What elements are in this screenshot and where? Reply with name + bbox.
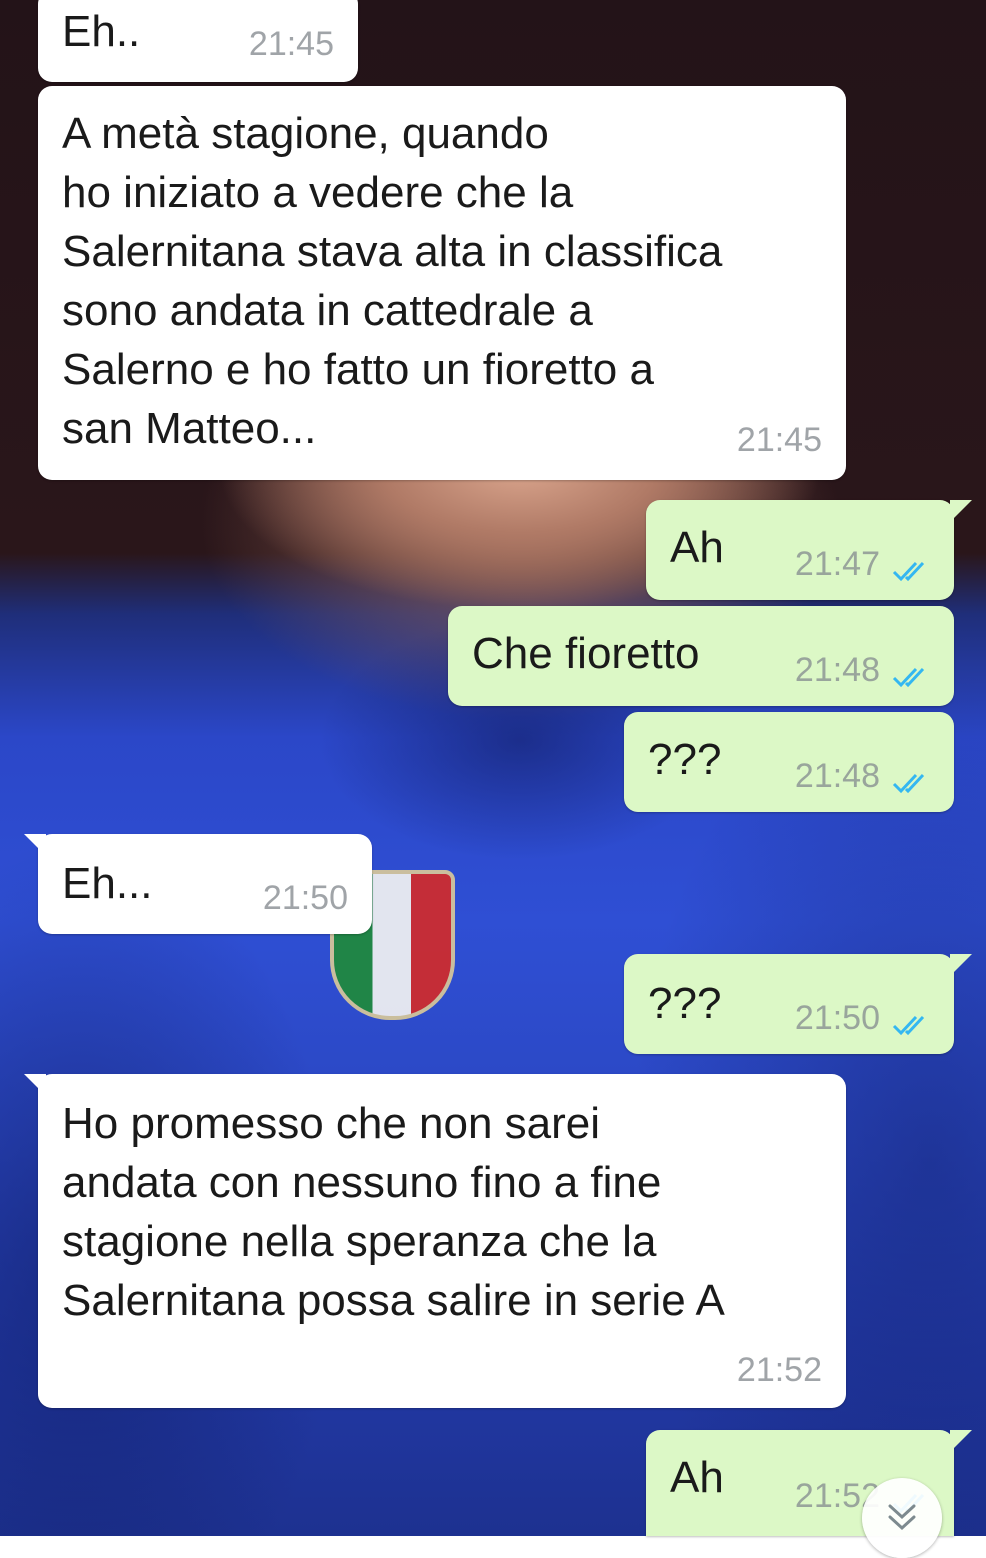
bubble-tail: [24, 1074, 46, 1096]
message-bubble-outgoing[interactable]: Che fioretto 21:48: [448, 606, 954, 706]
message-meta: 21:52: [737, 1351, 822, 1390]
message-bubble-outgoing[interactable]: Ah 21:47: [646, 500, 972, 600]
read-ticks-icon: [890, 765, 930, 793]
message-meta: 21:45: [249, 25, 334, 64]
double-chevron-down-icon: [888, 1504, 916, 1531]
message-meta: 21:48: [795, 651, 930, 690]
message-time: 21:45: [248, 25, 334, 63]
message-time: 21:50: [262, 879, 348, 917]
read-ticks-icon: [890, 1007, 930, 1035]
message-meta: 21:48: [795, 757, 930, 796]
scroll-to-bottom-button[interactable]: [862, 1478, 942, 1558]
message-bubble-incoming[interactable]: Ho promesso che non sarei andata con nes…: [24, 1074, 846, 1408]
read-ticks-icon: [890, 659, 930, 687]
message-text: Ho promesso che non sarei andata con nes…: [62, 1099, 725, 1325]
bubble-tail: [950, 500, 972, 522]
message-meta: 21:50: [263, 879, 348, 918]
message-text: A metà stagione, quando ho iniziato a ve…: [62, 109, 723, 453]
message-bubble-outgoing[interactable]: ??? 21:50: [624, 954, 972, 1054]
message-meta: 21:47: [795, 545, 930, 584]
message-bubble-incoming[interactable]: A metà stagione, quando ho iniziato a ve…: [38, 86, 846, 480]
message-meta: 21:50: [795, 999, 930, 1038]
read-ticks-icon: [890, 553, 930, 581]
bubble-tail: [24, 834, 46, 856]
message-time: 21:47: [794, 545, 880, 583]
message-bubble-outgoing[interactable]: ??? 21:48: [624, 712, 954, 812]
message-time: 21:48: [794, 651, 880, 689]
message-time: 21:48: [794, 757, 880, 795]
message-bubble-incoming[interactable]: Eh.. 21:45: [38, 0, 358, 82]
message-time: 21:45: [736, 421, 822, 459]
bubble-tail: [950, 954, 972, 976]
message-time: 21:52: [736, 1351, 822, 1389]
bubble-tail: [950, 1430, 972, 1452]
message-meta: 21:45: [737, 421, 822, 460]
message-bubble-incoming[interactable]: Eh... 21:50: [24, 834, 372, 934]
message-time: 21:50: [794, 999, 880, 1037]
